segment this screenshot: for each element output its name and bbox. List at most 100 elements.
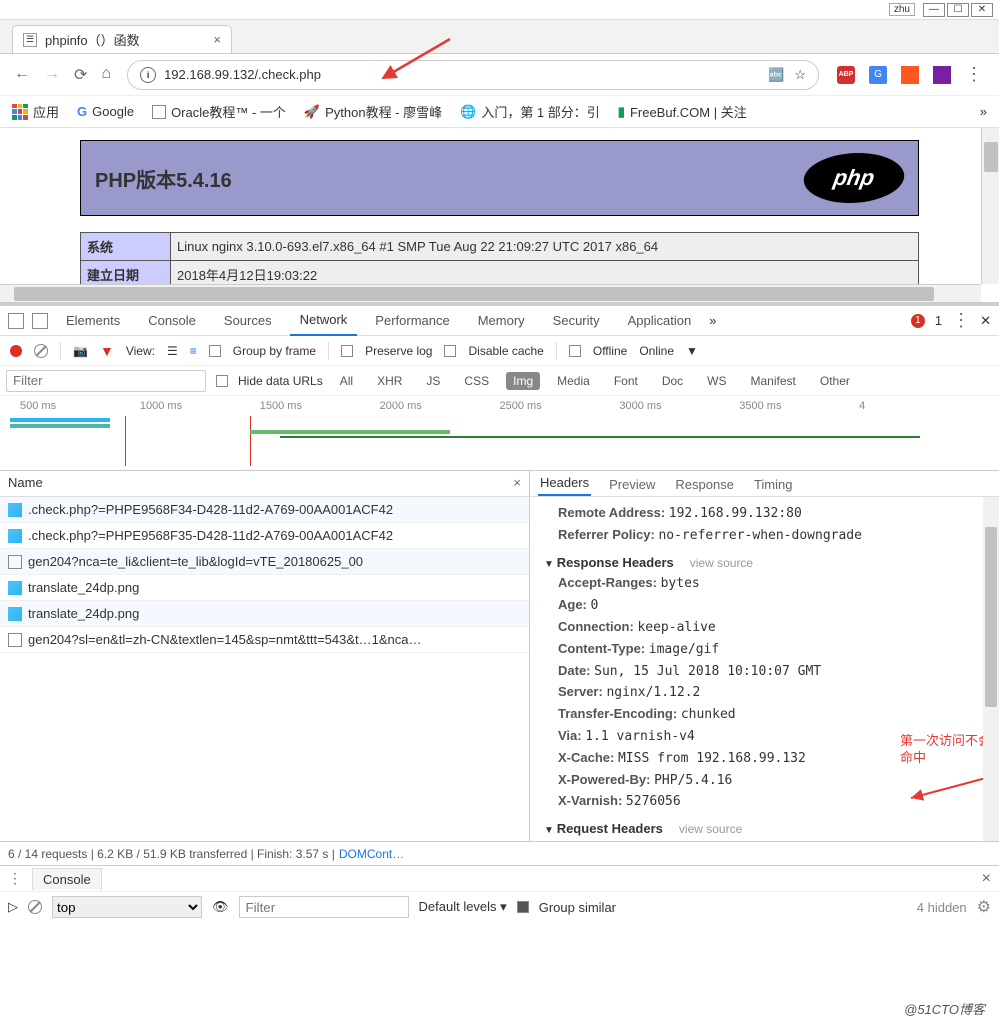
- detail-tab-response[interactable]: Response: [673, 473, 736, 496]
- tab-performance[interactable]: Performance: [365, 306, 459, 336]
- clear-button[interactable]: [34, 344, 48, 358]
- detail-tab-preview[interactable]: Preview: [607, 473, 657, 496]
- filter-doc[interactable]: Doc: [655, 372, 690, 390]
- detail-scrollbar[interactable]: [983, 497, 999, 841]
- hidden-count[interactable]: 4 hidden: [917, 900, 967, 915]
- drawer-menu-icon[interactable]: ⋮: [8, 870, 22, 887]
- tab-application[interactable]: Application: [618, 306, 702, 336]
- filter-other[interactable]: Other: [813, 372, 857, 390]
- bookmarks-overflow-icon[interactable]: »: [980, 104, 987, 119]
- checkbox[interactable]: [569, 345, 581, 357]
- back-button[interactable]: ←: [14, 65, 30, 85]
- globe-icon: 🌐: [460, 104, 476, 120]
- home-button[interactable]: ⌂: [101, 65, 111, 85]
- detail-tab-headers[interactable]: Headers: [538, 471, 591, 496]
- tab-console[interactable]: Console: [138, 306, 206, 336]
- bookmark-google[interactable]: G Google: [77, 104, 134, 119]
- filter-xhr[interactable]: XHR: [370, 372, 409, 390]
- image-icon: [8, 607, 22, 621]
- play-icon[interactable]: ▷: [8, 899, 18, 915]
- window-titlebar: zhu — ☐ ✕: [0, 0, 999, 20]
- record-button[interactable]: [10, 345, 22, 357]
- throttle-dropdown-icon[interactable]: ▼: [686, 344, 698, 358]
- error-badge[interactable]: 1: [911, 314, 925, 328]
- request-list: Name × .check.php?=PHPE9568F34-D428-11d2-…: [0, 471, 530, 841]
- console-filter-input[interactable]: [239, 896, 409, 918]
- checkbox[interactable]: [341, 345, 353, 357]
- checkbox[interactable]: [517, 901, 529, 913]
- image-icon: [8, 503, 22, 517]
- google-icon: G: [77, 104, 87, 119]
- devtools-menu-icon[interactable]: ⋮: [952, 310, 970, 331]
- tab-close-icon[interactable]: ×: [213, 32, 221, 47]
- network-timeline[interactable]: 500 ms 1000 ms 1500 ms 2000 ms 2500 ms 3…: [0, 396, 999, 471]
- tab-memory[interactable]: Memory: [468, 306, 535, 336]
- filter-img[interactable]: Img: [506, 372, 540, 390]
- filter-all[interactable]: All: [333, 372, 360, 390]
- bookmark-oracle[interactable]: Oracle教程™ - 一个: [152, 102, 286, 121]
- clear-console-icon[interactable]: [28, 900, 42, 914]
- minimize-button[interactable]: —: [923, 3, 945, 17]
- tab-security[interactable]: Security: [543, 306, 610, 336]
- browser-tab[interactable]: ☰ phpinfo（）函数 ×: [12, 25, 232, 53]
- translate-icon[interactable]: 🔤: [768, 67, 784, 83]
- checkbox[interactable]: [209, 345, 221, 357]
- name-column-header[interactable]: Name: [8, 475, 43, 492]
- maximize-button[interactable]: ☐: [947, 3, 969, 17]
- filter-media[interactable]: Media: [550, 372, 597, 390]
- request-row[interactable]: gen204?nca=te_li&client=te_lib&logId=vTE…: [0, 549, 529, 575]
- waterfall-view-icon[interactable]: ≡: [190, 344, 197, 358]
- filter-icon[interactable]: ▼: [100, 343, 114, 359]
- chrome-menu-icon[interactable]: ⋮: [965, 64, 983, 85]
- tab-elements[interactable]: Elements: [56, 306, 130, 336]
- domcontent-link[interactable]: DOMCont…: [339, 847, 404, 861]
- doc-icon: [8, 633, 22, 647]
- inspect-icon[interactable]: [8, 313, 24, 329]
- user-badge: zhu: [889, 3, 915, 16]
- eye-icon[interactable]: 👁: [212, 899, 229, 915]
- request-row[interactable]: gen204?sl=en&tl=zh-CN&textlen=145&sp=nmt…: [0, 627, 529, 653]
- checkbox[interactable]: [216, 375, 228, 387]
- detail-tab-timing[interactable]: Timing: [752, 473, 795, 496]
- close-button[interactable]: ✕: [971, 3, 993, 17]
- filter-manifest[interactable]: Manifest: [744, 372, 803, 390]
- filter-font[interactable]: Font: [607, 372, 645, 390]
- php-logo-icon: php: [800, 153, 909, 203]
- filter-css[interactable]: CSS: [457, 372, 496, 390]
- tabs-overflow-icon[interactable]: »: [709, 313, 716, 328]
- context-select[interactable]: top: [52, 896, 202, 918]
- tab-sources[interactable]: Sources: [214, 306, 282, 336]
- h-scrollbar[interactable]: [0, 284, 981, 302]
- devtools-close-icon[interactable]: ✕: [980, 313, 991, 329]
- camera-icon[interactable]: 📷: [73, 344, 88, 358]
- filter-js[interactable]: JS: [419, 372, 447, 390]
- device-icon[interactable]: [32, 313, 48, 329]
- google-translate-ext-icon[interactable]: G: [869, 66, 887, 84]
- request-row[interactable]: .check.php?=PHPE9568F35-D428-11d2-A769-0…: [0, 523, 529, 549]
- reload-button[interactable]: ⟳: [74, 65, 87, 85]
- settings-icon[interactable]: ⚙: [977, 897, 991, 917]
- list-view-icon[interactable]: ☰: [167, 344, 178, 358]
- ext-icon[interactable]: [901, 66, 919, 84]
- v-scrollbar[interactable]: [981, 128, 999, 284]
- request-row[interactable]: translate_24dp.png: [0, 575, 529, 601]
- bookmark-intro[interactable]: 🌐 入门，第 1 部分：引: [460, 102, 600, 121]
- checkbox[interactable]: [444, 345, 456, 357]
- info-icon[interactable]: i: [140, 67, 156, 83]
- filter-ws[interactable]: WS: [700, 372, 733, 390]
- filter-input[interactable]: [6, 370, 206, 392]
- bookmark-apps[interactable]: 应用: [12, 102, 59, 121]
- tab-network[interactable]: Network: [290, 306, 358, 336]
- address-bar[interactable]: i 192.168.99.132/.check.php 🔤 ☆: [127, 60, 819, 90]
- bookmark-star-icon[interactable]: ☆: [794, 67, 806, 83]
- onenote-ext-icon[interactable]: [933, 66, 951, 84]
- bookmark-python[interactable]: 🚀 Python教程 - 廖雪峰: [304, 102, 442, 121]
- adblock-ext-icon[interactable]: ABP: [837, 66, 855, 84]
- levels-dropdown[interactable]: Default levels ▾: [419, 899, 507, 915]
- close-detail-icon[interactable]: ×: [513, 475, 521, 492]
- request-row[interactable]: translate_24dp.png: [0, 601, 529, 627]
- drawer-tab-console[interactable]: Console: [32, 868, 102, 890]
- drawer-close-icon[interactable]: ×: [982, 870, 991, 888]
- bookmark-freebuf[interactable]: ▮ FreeBuf.COM | 关注: [618, 102, 747, 121]
- request-row[interactable]: .check.php?=PHPE9568F34-D428-11d2-A769-0…: [0, 497, 529, 523]
